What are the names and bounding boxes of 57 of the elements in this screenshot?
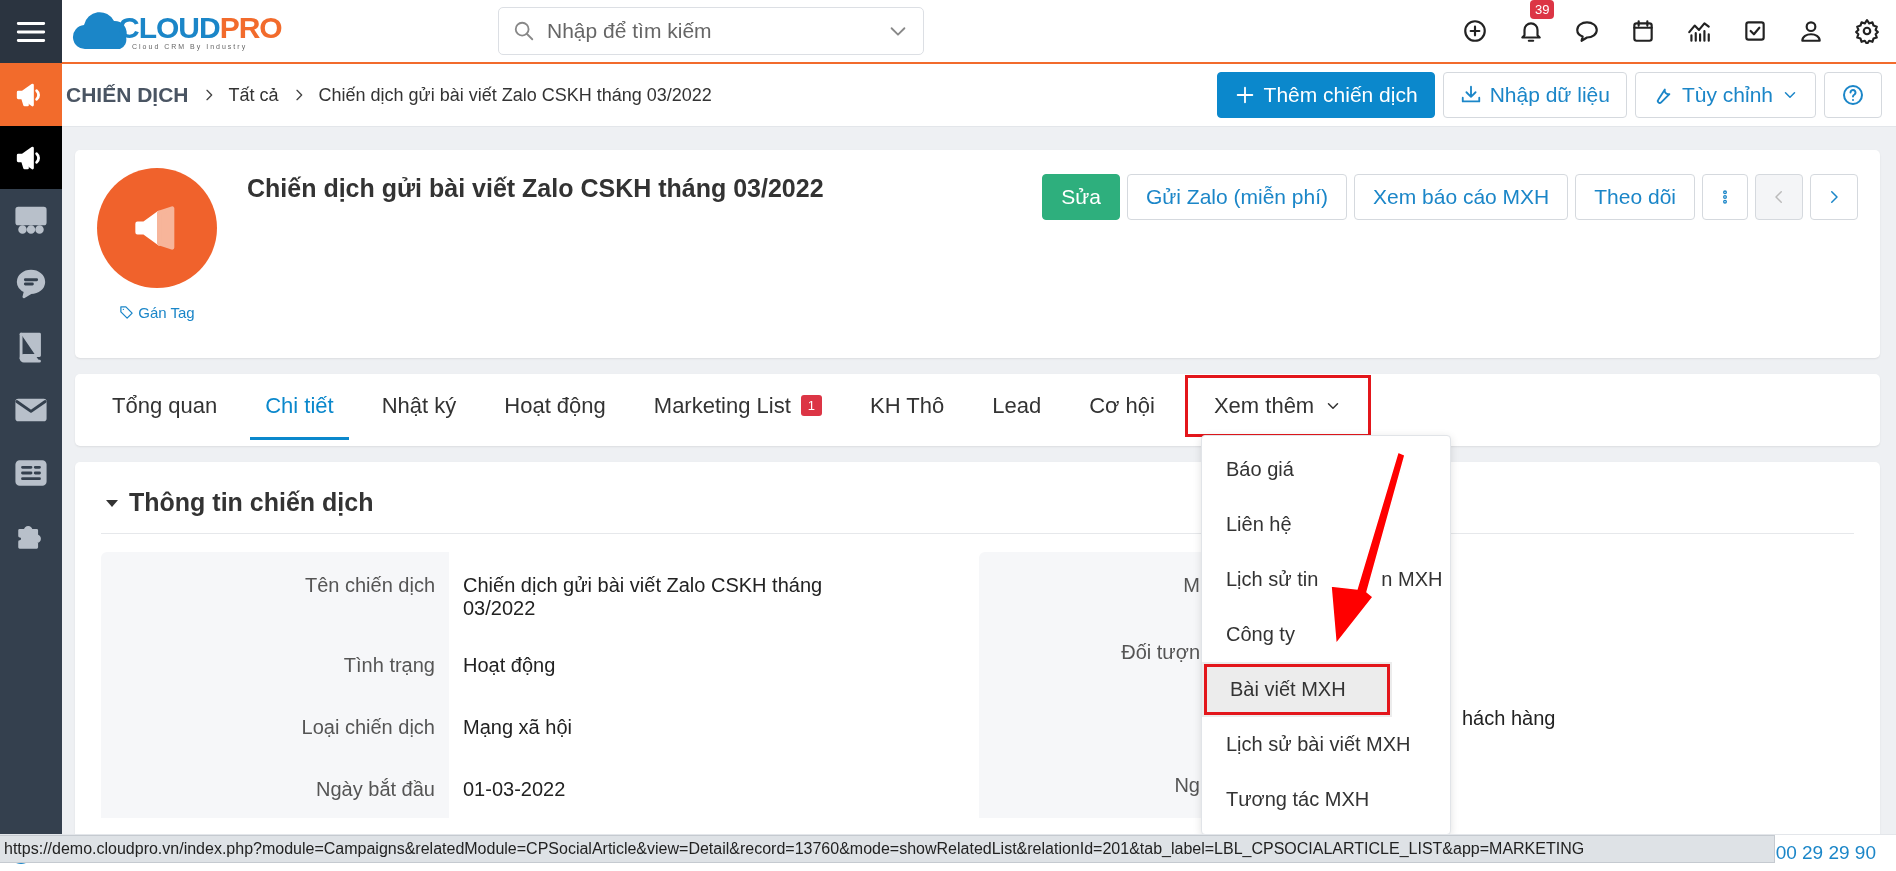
chat-button[interactable] — [1574, 18, 1600, 44]
search-input[interactable]: Nhập để tìm kiếm — [545, 8, 877, 54]
field-label: Loại chiến dịch — [101, 694, 449, 756]
settings-button[interactable] — [1854, 18, 1880, 44]
tab[interactable]: Xem thêm — [1187, 378, 1369, 434]
field-label: Tình trạng — [101, 632, 449, 694]
user-icon — [1798, 18, 1824, 44]
tab[interactable]: KH Thô — [855, 374, 960, 440]
action-button[interactable]: Gửi Zalo (miễn phí) — [1126, 174, 1347, 220]
tab[interactable]: Hoạt động — [489, 374, 621, 440]
calendar-icon — [1630, 18, 1656, 44]
collapse-icon[interactable] — [105, 497, 119, 508]
chat-bubble-icon — [1574, 18, 1600, 44]
plus-circle-icon — [1462, 18, 1488, 44]
tag-icon — [119, 305, 135, 320]
section-title: Thông tin chiến dịch — [129, 488, 374, 517]
menu-item[interactable]: Liên hệ — [1202, 497, 1450, 552]
field-label: Tên chiến dịch — [101, 552, 449, 632]
field-value: hách hàng — [1462, 707, 1556, 729]
field-value: Chiến dịch gửi bài viết Zalo CSKH tháng 03/2022 — [463, 574, 823, 619]
import-button[interactable]: Nhập dữ liệu — [1442, 72, 1627, 118]
help-button[interactable] — [1824, 72, 1882, 118]
search-field[interactable]: Nhập để tìm kiếm — [498, 7, 924, 55]
menu-item[interactable]: Báo giá — [1202, 442, 1450, 497]
tab[interactable]: Tổng quan — [97, 374, 233, 440]
tasks-button[interactable] — [1742, 18, 1768, 44]
status-url: https://demo.cloudpro.vn/index.php?module=Campaigns&relatedModule=CPSocialArticle&view=Detail&record=13760&mode=showRelatedList&relationId=201&tab_label=LBL_CPSOCIALARTICLE_LIST&app=MARKETING — [0, 835, 1775, 863]
search-icon — [513, 20, 535, 42]
breadcrumb-item[interactable]: Chiến dịch gửi bài viết Zalo CSKH tháng 03/2022 — [318, 84, 712, 106]
field-value: 01-03-2022 — [463, 778, 566, 800]
menu-item[interactable]: Bài viết MXH — [1202, 662, 1392, 717]
tab[interactable]: Nhật ký — [366, 374, 472, 440]
tag-link[interactable]: Gán Tag — [119, 304, 195, 321]
tab[interactable]: Chi tiết — [250, 374, 349, 440]
help-icon — [1841, 83, 1865, 107]
profile-button[interactable] — [1798, 18, 1824, 44]
breadcrumb-item[interactable]: Tất cả — [228, 84, 279, 106]
tab[interactable]: Lead — [977, 374, 1057, 440]
checkbox-icon — [1742, 18, 1768, 44]
field-label: Ngày bắt đầu — [101, 756, 449, 818]
calendar-button[interactable] — [1630, 18, 1656, 44]
field-value: Mạng xã hội — [463, 716, 572, 738]
field-value: Hoạt động — [463, 654, 556, 676]
tab[interactable]: Cơ hội — [1074, 374, 1170, 440]
module-title[interactable]: CHIẾN DỊCH — [66, 83, 189, 107]
add-campaign-button[interactable]: Thêm chiến dịch — [1216, 72, 1435, 118]
notification-badge: 39 — [1530, 0, 1555, 19]
sidebar-item[interactable] — [0, 126, 62, 189]
add-icon[interactable] — [1462, 18, 1488, 44]
count-badge: 1 — [800, 395, 822, 416]
tab[interactable]: Marketing List 1 — [638, 374, 837, 440]
settings-icon — [1854, 18, 1880, 44]
action-button[interactable]: Xem báo cáo MXH — [1354, 174, 1569, 220]
customize-button[interactable]: Tùy chỉnh — [1634, 72, 1816, 118]
phone-number[interactable]: 00 29 29 90 — [1775, 842, 1876, 864]
record-title: Chiến dịch gửi bài viết Zalo CSKH tháng 03/2022 — [247, 174, 824, 204]
action-button[interactable]: Theo dõi — [1575, 174, 1695, 220]
